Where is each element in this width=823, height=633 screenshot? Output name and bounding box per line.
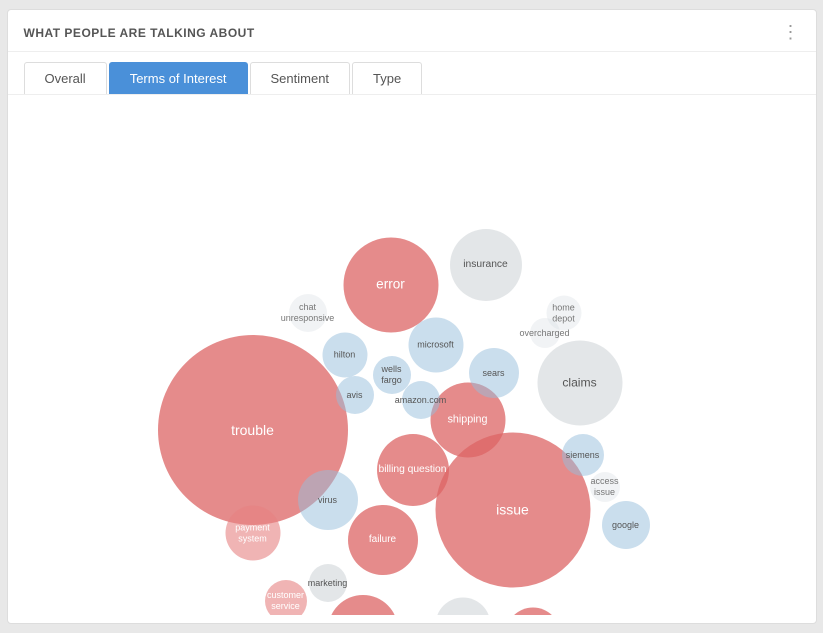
card-title: WHAT PEOPLE ARE TALKING ABOUT	[24, 26, 255, 40]
bubble-label: google	[612, 520, 639, 531]
bubble-label: billing question	[379, 464, 447, 476]
bubble-marketing[interactable]: marketing	[309, 564, 347, 602]
bubble-label: claims	[562, 376, 596, 391]
main-card: WHAT PEOPLE ARE TALKING ABOUT ⋮ OverallT…	[7, 9, 817, 624]
bubble-sears[interactable]: sears	[469, 348, 519, 398]
bubble-payment-system[interactable]: payment system	[225, 506, 280, 561]
bubble-label: shipping	[448, 414, 488, 427]
bubble-label: sears	[482, 368, 504, 379]
bubble-label: chat unresponsive	[281, 302, 335, 324]
bubble-label: failure	[369, 534, 396, 546]
bubble-label: customer service	[265, 590, 307, 612]
bubble-customer-service[interactable]: customer service	[265, 580, 307, 615]
bubble-label: wells fargo	[373, 364, 411, 386]
bubble-label: virus	[318, 495, 337, 506]
card-header: WHAT PEOPLE ARE TALKING ABOUT ⋮	[8, 10, 816, 52]
tab-sentiment[interactable]: Sentiment	[250, 62, 351, 94]
bubble-label: error	[376, 277, 405, 293]
bubble-label: access issue	[590, 476, 620, 498]
bubble-label: insurance	[463, 259, 508, 271]
bubble-virus[interactable]: virus	[298, 470, 358, 530]
bubble-error[interactable]: error	[343, 238, 438, 333]
bubble-hilton[interactable]: hilton	[322, 333, 367, 378]
bubble-break[interactable]: break	[505, 608, 560, 616]
bubble-label: marketing	[308, 578, 348, 589]
bubble-insurance[interactable]: insurance	[450, 229, 522, 301]
bubble-label: payment system	[225, 522, 280, 544]
bubble-google[interactable]: google	[602, 501, 650, 549]
bubble-label: trouble	[231, 422, 274, 439]
bubble-label: microsoft	[417, 340, 454, 351]
bubble-siemens[interactable]: siemens	[562, 434, 604, 476]
bubble-microsoft[interactable]: microsoft	[408, 318, 463, 373]
bubble-billing-question[interactable]: billing question	[377, 434, 449, 506]
bubble-access-issue[interactable]: access issue	[590, 472, 620, 502]
bubble-chat-unresponsive[interactable]: chat unresponsive	[289, 294, 327, 332]
bubble-label: issue	[496, 502, 529, 519]
bubble-failure[interactable]: failure	[348, 505, 418, 575]
tab-bar: OverallTerms of InterestSentimentType	[8, 52, 816, 95]
bubble-amazon.com[interactable]: amazon.com	[402, 381, 440, 419]
bubble-label: avis	[346, 390, 362, 401]
bubble-label: siemens	[566, 450, 600, 461]
bubble-chart: trouble issue error shipping failure billing …	[8, 95, 816, 615]
tab-overall[interactable]: Overall	[24, 62, 107, 94]
bubble-avis[interactable]: avis	[336, 376, 374, 414]
bubble-label: amazon.com	[395, 395, 447, 406]
bubble-label: hilton	[334, 350, 356, 361]
bubble-overcharged[interactable]: overcharged	[530, 318, 560, 348]
tab-terms[interactable]: Terms of Interest	[109, 62, 248, 94]
tab-type[interactable]: Type	[352, 62, 422, 94]
bubble-claims[interactable]: claims	[537, 341, 622, 426]
menu-icon[interactable]: ⋮	[782, 22, 800, 43]
bubble-refuse-to-pay[interactable]: refuse to pay	[435, 598, 490, 616]
